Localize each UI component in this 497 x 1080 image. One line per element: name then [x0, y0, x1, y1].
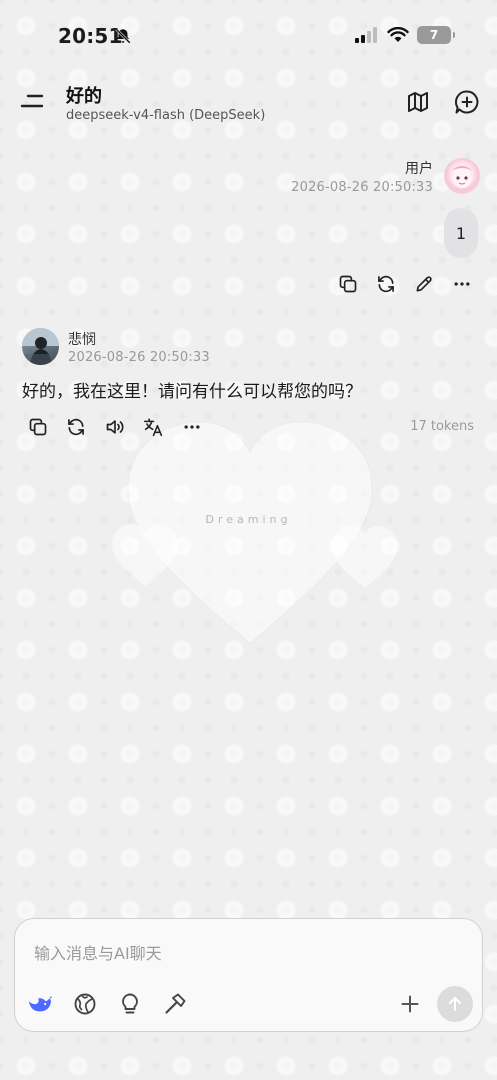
- copy-icon: [339, 275, 357, 293]
- assistant-timestamp: 2026-08-26 20:50:33: [68, 350, 210, 365]
- assistant-copy-button[interactable]: [24, 413, 52, 441]
- battery-level: 7: [429, 28, 439, 42]
- heart-watermark: [112, 422, 397, 643]
- copy-icon: [29, 418, 47, 436]
- lightbulb-icon: [122, 993, 138, 1014]
- user-message-bubble[interactable]: 1: [444, 208, 478, 258]
- user-edit-button[interactable]: [410, 270, 438, 298]
- tools-button[interactable]: [160, 989, 190, 1019]
- menu-icon[interactable]: [20, 92, 44, 110]
- message-input[interactable]: 输入消息与AI聊天: [34, 940, 162, 964]
- assistant-translate-button[interactable]: [139, 413, 167, 441]
- regenerate-icon: [378, 275, 394, 293]
- send-button[interactable]: [437, 986, 473, 1022]
- send-arrow-icon: [449, 997, 461, 1011]
- new-chat-icon: [455, 90, 479, 114]
- user-avatar-image: [450, 166, 474, 188]
- more-icon: [454, 282, 470, 286]
- user-more-button[interactable]: [448, 270, 476, 298]
- battery-icon: 7: [417, 26, 455, 44]
- new-chat-button[interactable]: [453, 88, 481, 116]
- assistant-speak-button[interactable]: [101, 413, 129, 441]
- assistant-message-text: 好的，我在这里！请问有什么可以帮您的吗？: [22, 382, 362, 402]
- user-copy-button[interactable]: [334, 270, 362, 298]
- model-subtitle[interactable]: deepseek-v4-flash (DeepSeek): [66, 108, 265, 123]
- assistant-avatar-image: [22, 328, 59, 365]
- status-time: 20:51: [58, 24, 123, 48]
- plus-icon: [401, 995, 419, 1013]
- user-regenerate-button[interactable]: [372, 270, 400, 298]
- assistant-avatar[interactable]: [22, 328, 59, 365]
- more-icon: [184, 425, 200, 429]
- assistant-sender-name: 悲悯: [68, 332, 96, 348]
- translate-icon: [143, 417, 162, 436]
- token-count: 17 tokens: [410, 419, 474, 434]
- watermark-text: Dreaming: [205, 513, 292, 526]
- map-button[interactable]: [404, 88, 432, 116]
- user-message-text: 1: [455, 223, 467, 243]
- user-sender-name: 用户: [405, 161, 433, 177]
- speaker-icon: [106, 420, 124, 434]
- assistant-regenerate-button[interactable]: [62, 413, 90, 441]
- chat-title[interactable]: 好的: [66, 82, 102, 108]
- regenerate-icon: [68, 418, 84, 436]
- globe-icon: [74, 993, 96, 1015]
- user-avatar[interactable]: [444, 158, 480, 194]
- edit-icon: [416, 276, 432, 292]
- hammer-icon: [165, 993, 186, 1014]
- bell-off-icon: [115, 28, 131, 44]
- add-attachment-button[interactable]: [395, 989, 425, 1019]
- status-icons: 7: [355, 26, 455, 44]
- user-timestamp: 2026-08-26 20:50:33: [291, 180, 433, 195]
- web-search-button[interactable]: [70, 989, 100, 1019]
- deepseek-logo-icon: [28, 996, 53, 1012]
- cellular-signal-icon: [355, 27, 377, 43]
- assistant-more-button[interactable]: [178, 413, 206, 441]
- map-icon: [408, 92, 428, 112]
- think-mode-button[interactable]: [115, 989, 145, 1019]
- deepseek-model-button[interactable]: [25, 989, 55, 1019]
- wifi-icon: [387, 27, 409, 42]
